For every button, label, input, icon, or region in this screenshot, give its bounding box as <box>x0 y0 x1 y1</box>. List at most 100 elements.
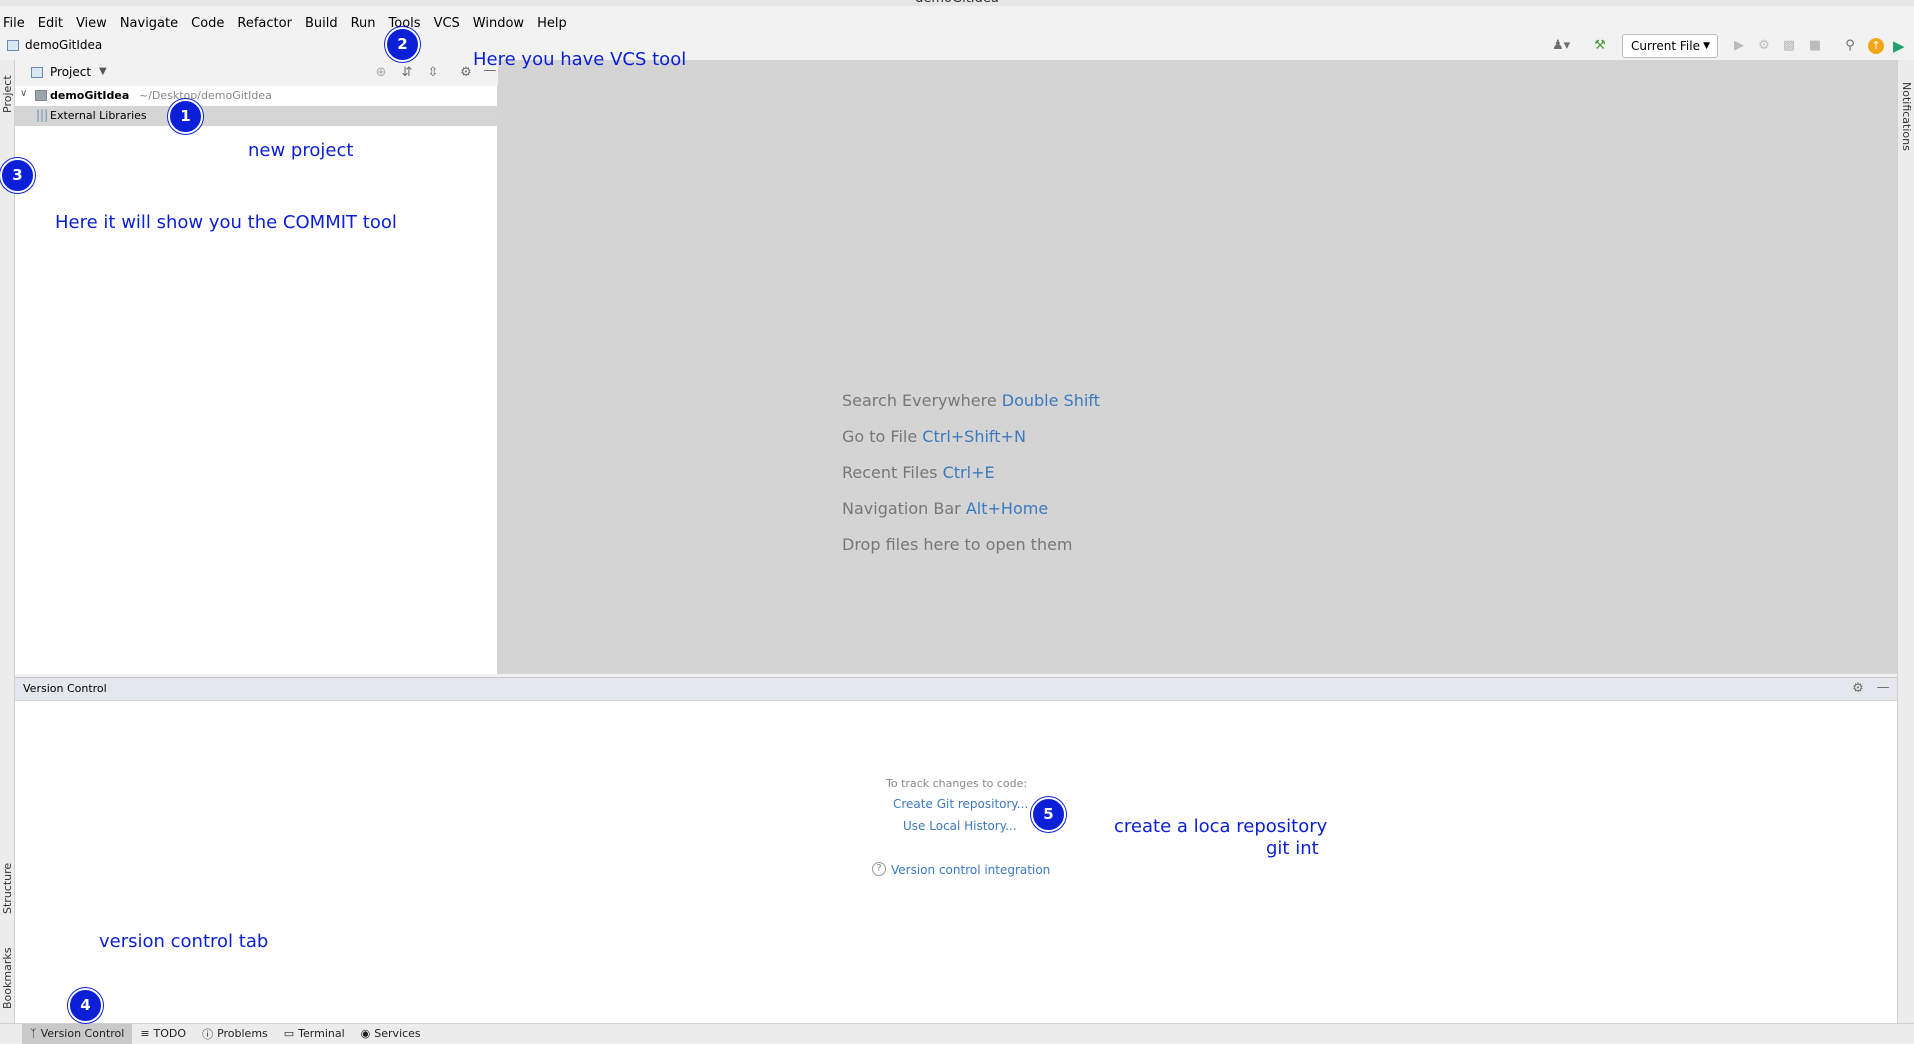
empty-state-title: To track changes to code: <box>886 777 1028 790</box>
gear-icon[interactable]: ⚙ <box>458 65 474 81</box>
menu-refactor[interactable]: Refactor <box>237 16 292 31</box>
breadcrumb-project[interactable]: demoGitIdea <box>25 38 102 52</box>
version-control-title: Version Control <box>23 682 107 695</box>
annotation-badge-5: 5 <box>1031 797 1066 832</box>
tab-label: TODO <box>153 1027 187 1040</box>
menu-build[interactable]: Build <box>305 16 338 31</box>
menu-run[interactable]: Run <box>351 16 376 31</box>
project-view-selector[interactable]: Project <box>50 65 91 79</box>
project-tool-tab-label: Project <box>1 75 14 113</box>
hint-shortcut: Double Shift <box>1001 391 1100 410</box>
create-git-repository-link[interactable]: Create Git repository... <box>893 797 1028 811</box>
notifications-tool-tab[interactable]: Notifications <box>1899 68 1914 164</box>
project-panel-header: Project ▼ ⊕ ⇵ ⇳ ⚙ — <box>15 60 498 86</box>
annotation-local-repo-line1: create a loca repository <box>1114 816 1328 837</box>
help-icon: ? <box>872 862 886 876</box>
chevron-down-icon[interactable]: ▼ <box>99 66 107 77</box>
tree-item-path: ~/Desktop/demoGitIdea <box>139 89 272 102</box>
bookmarks-tool-tab[interactable]: Bookmarks <box>0 936 15 1020</box>
menu-help[interactable]: Help <box>537 16 567 31</box>
update-icon[interactable]: ↑ <box>1868 38 1884 54</box>
debug-icon[interactable]: ⚙ <box>1756 38 1772 54</box>
hint-go-to-file: Go to File Ctrl+Shift+N <box>842 427 1026 446</box>
hint-text: Drop files here to open them <box>842 535 1073 554</box>
tab-problems[interactable]: ⓘ Problems <box>194 1024 276 1044</box>
annotation-commit-tool: Here it will show you the COMMIT tool <box>55 212 397 233</box>
coverage-icon[interactable]: ▩ <box>1781 38 1797 54</box>
menu-code[interactable]: Code <box>191 16 224 31</box>
expand-all-icon[interactable]: ⇵ <box>399 65 415 81</box>
build-hammer-icon[interactable]: ⚒ <box>1592 38 1608 54</box>
chevron-down-icon: ▼ <box>1703 41 1710 51</box>
menu-view[interactable]: View <box>76 16 107 31</box>
bookmarks-tool-tab-label: Bookmarks <box>1 947 14 1009</box>
folder-icon <box>35 90 47 101</box>
menu-window[interactable]: Window <box>473 16 524 31</box>
structure-tool-tab[interactable]: Structure <box>0 850 15 926</box>
minimize-icon[interactable]: — <box>1875 680 1891 696</box>
menu-edit[interactable]: Edit <box>38 16 63 31</box>
list-icon: ≡ <box>140 1027 150 1040</box>
branch-icon: ᛉ <box>30 1027 37 1040</box>
hint-shortcut: Ctrl+E <box>942 463 995 482</box>
run-icon[interactable]: ▶ <box>1731 38 1747 54</box>
bottom-tool-bar: ᛉ Version Control ≡ TODO ⓘ Problems ▭ Termin… <box>0 1023 1914 1044</box>
annotation-new-project: new project <box>248 140 354 161</box>
annotation-badge-1: 1 <box>168 99 203 134</box>
terminal-icon: ▭ <box>283 1027 295 1040</box>
hint-navigation-bar: Navigation Bar Alt+Home <box>842 499 1048 518</box>
hint-recent-files: Recent Files Ctrl+E <box>842 463 995 482</box>
menu-vcs[interactable]: VCS <box>434 16 460 31</box>
menu-file[interactable]: File <box>3 16 25 31</box>
annotation-local-repo-line2: git int <box>1266 838 1319 859</box>
code-with-me-icon[interactable]: ▶ <box>1893 37 1905 55</box>
tab-services[interactable]: ◉ Services <box>353 1024 429 1044</box>
tab-label: Problems <box>217 1027 268 1040</box>
account-icon[interactable]: ♟▾ <box>1552 38 1570 54</box>
tree-item-project-root[interactable]: ∨ demoGitIdea ~/Desktop/demoGitIdea <box>15 86 498 106</box>
left-tool-strip: Project Structure Bookmarks <box>0 60 15 1023</box>
project-tool-tab[interactable]: Project <box>0 64 15 124</box>
libraries-icon: ||| <box>36 108 49 122</box>
tab-label: Version Control <box>40 1027 125 1040</box>
structure-tool-tab-label: Structure <box>1 862 14 914</box>
tab-label: Terminal <box>298 1027 345 1040</box>
tab-todo[interactable]: ≡ TODO <box>132 1024 194 1044</box>
hint-shortcut: Ctrl+Shift+N <box>922 427 1026 446</box>
menu-bar: File Edit View Navigate Code Refactor Bu… <box>0 12 1914 34</box>
run-configuration-select[interactable]: Current File ▼ <box>1622 34 1718 58</box>
tree-item-external-libraries[interactable]: ||| External Libraries <box>15 106 498 126</box>
hint-drop-files: Drop files here to open them <box>842 535 1073 554</box>
annotation-version-control-tab: version control tab <box>99 931 269 952</box>
annotation-badge-2: 2 <box>385 27 420 62</box>
title-bar: demoGitIdea <box>0 0 1914 6</box>
chevron-down-icon[interactable]: ∨ <box>20 88 27 99</box>
tree-item-label: External Libraries <box>50 109 147 122</box>
hint-shortcut: Alt+Home <box>965 499 1049 518</box>
tab-terminal[interactable]: ▭ Terminal <box>276 1024 353 1044</box>
stop-icon[interactable]: ■ <box>1807 38 1823 54</box>
hint-text: Recent Files <box>842 463 938 482</box>
editor-area: Search Everywhere Double Shift Go to Fil… <box>498 60 1897 674</box>
right-tool-strip: Notifications <box>1897 60 1914 1023</box>
tab-version-control[interactable]: ᛉ Version Control <box>22 1023 133 1044</box>
collapse-all-icon[interactable]: ⇳ <box>425 65 441 81</box>
search-icon[interactable]: ⚲ <box>1842 38 1858 54</box>
version-control-header: Version Control ⚙ — <box>15 677 1897 701</box>
annotation-badge-3: 3 <box>0 158 35 193</box>
menu-navigate[interactable]: Navigate <box>120 16 178 31</box>
annotation-badge-4: 4 <box>68 988 103 1023</box>
hint-text: Navigation Bar <box>842 499 961 518</box>
version-control-integration-link[interactable]: Version control integration <box>891 863 1050 877</box>
hint-search-everywhere: Search Everywhere Double Shift <box>842 391 1100 410</box>
notifications-tool-tab-label: Notifications <box>1900 81 1913 151</box>
project-view-icon <box>31 67 43 78</box>
hint-text: Search Everywhere <box>842 391 997 410</box>
tree-item-label: demoGitIdea <box>50 89 130 102</box>
use-local-history-link[interactable]: Use Local History... <box>903 819 1017 833</box>
project-folder-icon <box>7 40 19 51</box>
locate-file-icon[interactable]: ⊕ <box>373 65 389 81</box>
info-icon: ⓘ <box>202 1027 214 1041</box>
hint-text: Go to File <box>842 427 918 446</box>
gear-icon[interactable]: ⚙ <box>1850 681 1866 697</box>
